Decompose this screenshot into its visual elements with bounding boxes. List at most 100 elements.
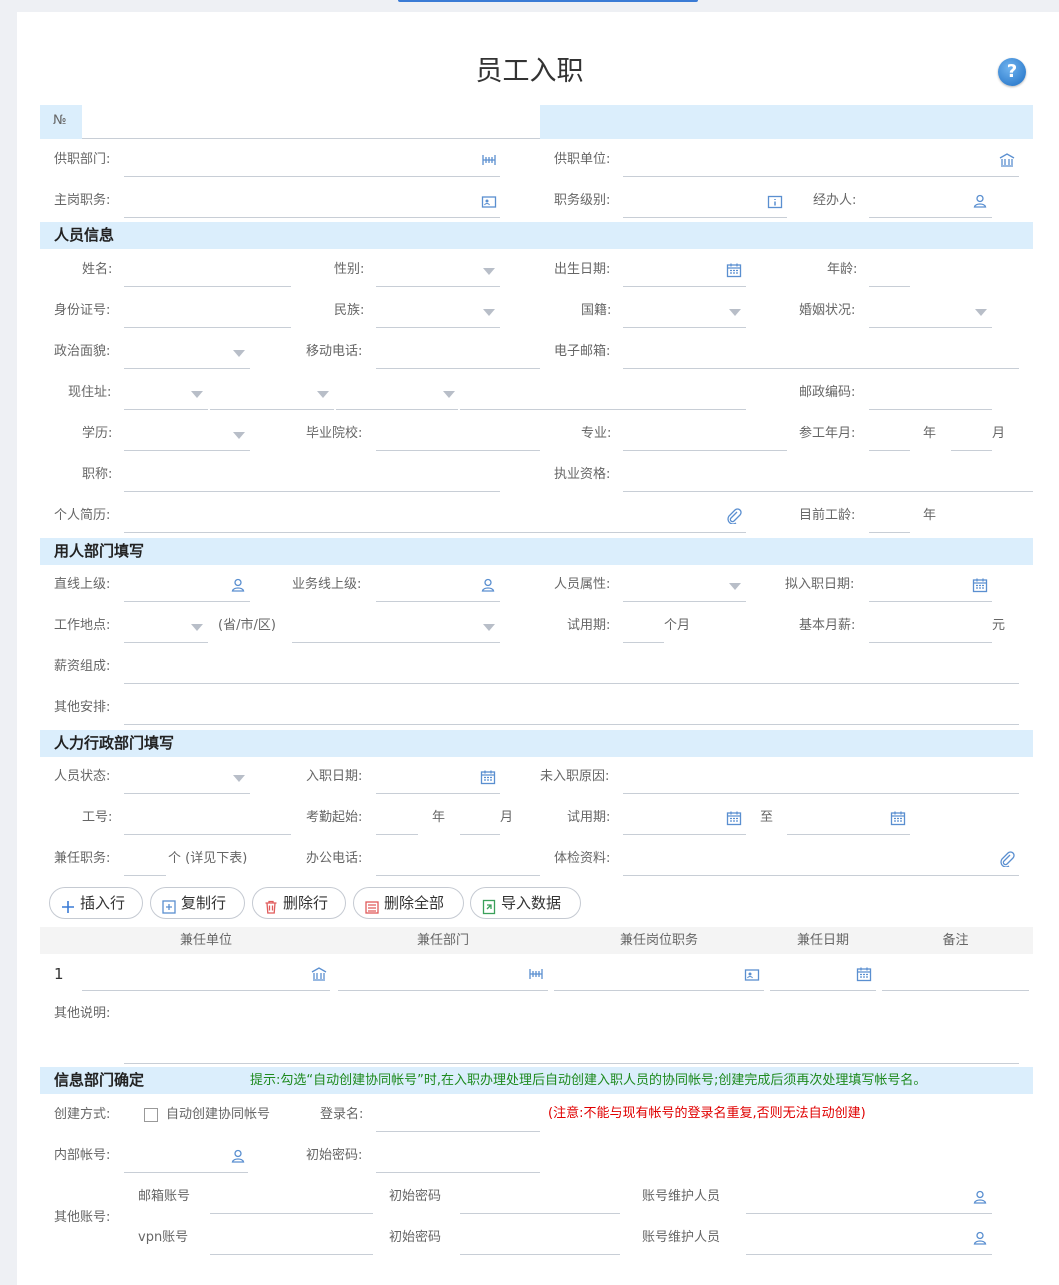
address-detail-input[interactable] bbox=[460, 386, 746, 410]
status-select[interactable] bbox=[124, 770, 250, 794]
resume-label: 个人简历: bbox=[54, 508, 111, 523]
mobile-input[interactable] bbox=[376, 345, 540, 369]
age-input[interactable] bbox=[869, 263, 910, 287]
delete-row-button[interactable]: 删除行 bbox=[252, 887, 346, 919]
name-input[interactable] bbox=[124, 263, 291, 287]
org-tree-icon[interactable] bbox=[528, 966, 544, 982]
paperclip-icon[interactable] bbox=[999, 851, 1015, 867]
insert-row-button[interactable]: 插入行 bbox=[49, 887, 143, 919]
row-unit-input[interactable] bbox=[82, 967, 330, 991]
user-icon[interactable] bbox=[480, 577, 496, 593]
birth-label: 出生日期: bbox=[554, 262, 611, 277]
id-card-icon[interactable] bbox=[481, 194, 497, 210]
calendar-icon[interactable] bbox=[890, 810, 906, 826]
other-arrange-input[interactable] bbox=[124, 701, 1019, 725]
number-input[interactable] bbox=[82, 105, 540, 139]
email-input[interactable] bbox=[623, 345, 1019, 369]
position-label: 主岗职务: bbox=[54, 193, 111, 208]
building-icon[interactable] bbox=[999, 152, 1015, 168]
vpn-maintainer-input[interactable] bbox=[746, 1231, 992, 1255]
insert-row-label: 插入行 bbox=[80, 894, 126, 912]
probation-input[interactable] bbox=[623, 619, 664, 643]
mail-pwd-input[interactable] bbox=[460, 1190, 620, 1214]
dept-input[interactable] bbox=[124, 153, 500, 177]
other-note-textarea[interactable] bbox=[124, 1000, 1019, 1064]
ethnicity-select[interactable] bbox=[376, 304, 500, 328]
auto-create-checkbox[interactable] bbox=[144, 1108, 158, 1122]
vpn-acct-input[interactable] bbox=[210, 1231, 373, 1255]
postal-label: 邮政编码: bbox=[799, 385, 856, 400]
work-start-label: 参工年月: bbox=[799, 426, 856, 441]
attr-select[interactable] bbox=[623, 578, 746, 602]
marital-select[interactable] bbox=[869, 304, 992, 328]
section-employer bbox=[40, 538, 1033, 565]
resume-input[interactable] bbox=[124, 509, 746, 533]
work-start-year-input[interactable] bbox=[869, 427, 910, 451]
user-icon[interactable] bbox=[972, 193, 988, 209]
postal-input[interactable] bbox=[869, 386, 992, 410]
nationality-select[interactable] bbox=[623, 304, 746, 328]
age-label: 年龄: bbox=[827, 262, 858, 277]
major-input[interactable] bbox=[623, 427, 787, 451]
location-city-select[interactable] bbox=[292, 619, 500, 643]
row-remark-input[interactable] bbox=[882, 967, 1029, 991]
calendar-icon[interactable] bbox=[726, 262, 742, 278]
level-input[interactable] bbox=[623, 194, 787, 218]
no-entry-input[interactable] bbox=[623, 770, 1019, 794]
province-select[interactable] bbox=[124, 386, 208, 410]
chevron-down-icon bbox=[191, 624, 203, 631]
row-dept-input[interactable] bbox=[338, 967, 548, 991]
mail-maintainer-input[interactable] bbox=[746, 1190, 992, 1214]
medical-input[interactable] bbox=[623, 852, 1019, 876]
education-select[interactable] bbox=[124, 427, 250, 451]
seniority-input[interactable] bbox=[869, 509, 910, 533]
user-icon[interactable] bbox=[230, 1148, 246, 1164]
row-index: 1 bbox=[54, 965, 64, 983]
position-input[interactable] bbox=[124, 194, 500, 218]
id-input[interactable] bbox=[124, 304, 291, 328]
attendance-month-input[interactable] bbox=[460, 811, 500, 835]
location-province-select[interactable] bbox=[124, 619, 208, 643]
paperclip-icon[interactable] bbox=[726, 508, 742, 524]
probation-label: 试用期: bbox=[567, 618, 611, 633]
school-input[interactable] bbox=[376, 427, 540, 451]
init-pwd-input[interactable] bbox=[376, 1149, 540, 1173]
calendar-icon[interactable] bbox=[972, 577, 988, 593]
user-icon[interactable] bbox=[230, 577, 246, 593]
calendar-icon[interactable] bbox=[726, 810, 742, 826]
id-card-icon[interactable] bbox=[744, 967, 760, 983]
political-select[interactable] bbox=[124, 345, 250, 369]
calendar-icon[interactable] bbox=[480, 769, 496, 785]
help-icon[interactable]: ? bbox=[998, 58, 1026, 86]
mail-acct-input[interactable] bbox=[210, 1190, 373, 1214]
attendance-year-input[interactable] bbox=[376, 811, 418, 835]
info-card-icon[interactable] bbox=[767, 194, 783, 210]
import-data-button[interactable]: 导入数据 bbox=[470, 887, 581, 919]
org-tree-icon[interactable] bbox=[481, 152, 497, 168]
district-select[interactable] bbox=[336, 386, 458, 410]
concurrent-label: 兼任职务: bbox=[54, 851, 111, 866]
user-icon[interactable] bbox=[972, 1189, 988, 1205]
calendar-icon[interactable] bbox=[856, 966, 872, 982]
office-phone-input[interactable] bbox=[376, 852, 540, 876]
chevron-down-icon bbox=[483, 624, 495, 631]
building-icon[interactable] bbox=[311, 966, 327, 982]
gender-select[interactable] bbox=[376, 263, 500, 287]
prof-title-input[interactable] bbox=[124, 468, 500, 492]
qualification-input[interactable] bbox=[623, 468, 1033, 492]
emp-no-input[interactable] bbox=[124, 811, 291, 835]
delete-all-button[interactable]: 删除全部 bbox=[353, 887, 464, 919]
vpn-pwd-input[interactable] bbox=[460, 1231, 620, 1255]
unit-input[interactable] bbox=[623, 153, 1019, 177]
copy-row-button[interactable]: 复制行 bbox=[150, 887, 245, 919]
row-position-input[interactable] bbox=[554, 967, 764, 991]
col-position-header: 兼任岗位职务 bbox=[619, 933, 698, 948]
login-input[interactable] bbox=[376, 1108, 540, 1132]
salary-input[interactable] bbox=[869, 619, 992, 643]
work-start-month-input[interactable] bbox=[951, 427, 992, 451]
user-icon[interactable] bbox=[972, 1230, 988, 1246]
salary-comp-input[interactable] bbox=[124, 660, 1019, 684]
col-date-header: 兼任日期 bbox=[796, 933, 849, 948]
concurrent-count-input[interactable] bbox=[124, 852, 166, 876]
city-select[interactable] bbox=[210, 386, 334, 410]
